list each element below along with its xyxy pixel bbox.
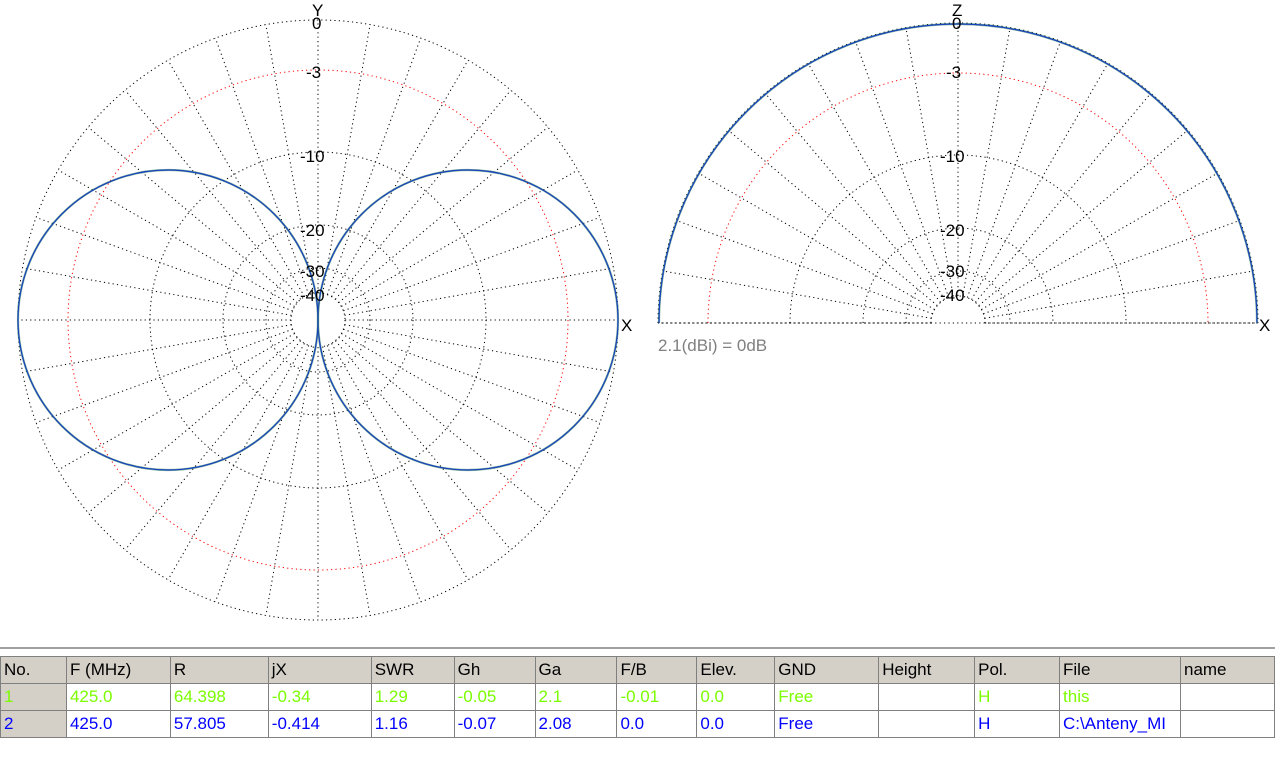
elevation-grid-spoke <box>764 92 942 303</box>
azimuth-pattern-plot <box>16 19 620 621</box>
pattern-plots: Y X 0 -3 -10 -20 -30 -40 Z X 0 -3 -10 -2… <box>16 1 1270 621</box>
col-header-r[interactable]: R <box>169 656 269 684</box>
results-panel: No. F (MHz) R jX SWR Gh Ga F/B Elev. GND… <box>0 647 1275 774</box>
col-header-height[interactable]: Height <box>878 656 976 684</box>
elevation-grid-spoke <box>662 270 932 319</box>
azimuth-ring-label-30: -30 <box>300 262 325 281</box>
elevation-ring-label-30: -30 <box>940 262 965 281</box>
azimuth-grid-spoke <box>265 346 314 616</box>
table-header-row: No. F (MHz) R jX SWR Gh Ga F/B Elev. GND… <box>0 656 1275 684</box>
azimuth-grid-spoke <box>87 126 298 304</box>
elevation-axis-x-label: X <box>1259 316 1270 335</box>
azimuth-grid-spoke <box>322 24 371 294</box>
file-cell: this <box>1059 683 1181 711</box>
col-header-name[interactable]: name <box>1179 656 1275 684</box>
row-number-cell[interactable]: 1 <box>0 683 67 711</box>
jx-cell: -0.34 <box>267 683 372 711</box>
azimuth-grid-spoke <box>334 340 512 551</box>
col-header-pol[interactable]: Pol. <box>974 656 1061 684</box>
elevation-grid-spoke <box>978 129 1189 307</box>
col-header-file[interactable]: File <box>1059 656 1181 684</box>
fb-cell: -0.01 <box>616 683 698 711</box>
panel-separator <box>0 647 1275 649</box>
gain-reference-note: 2.1(dBi) = 0dB <box>658 336 767 355</box>
azimuth-grid-spoke <box>124 340 302 551</box>
elevation-ring-label-40: -40 <box>940 286 965 305</box>
frequency-cell: 425.0 <box>65 683 171 711</box>
height-cell <box>878 683 976 711</box>
col-header-frequency[interactable]: F (MHz) <box>65 656 171 684</box>
file-cell: C:\Anteny_MI <box>1059 710 1181 738</box>
azimuth-ring-label-10: -10 <box>300 147 325 166</box>
ga-cell: 2.1 <box>534 683 618 711</box>
azimuth-grid-spoke <box>334 89 512 300</box>
col-header-gh[interactable]: Gh <box>453 656 536 684</box>
azimuth-grid-spoke <box>22 267 292 316</box>
height-cell <box>878 710 976 738</box>
elevation-grid-spoke <box>974 92 1152 303</box>
gnd-cell: Free <box>774 710 880 738</box>
fb-cell: 0.0 <box>616 710 698 738</box>
azimuth-grid-spoke <box>338 126 549 304</box>
name-cell <box>1179 683 1275 711</box>
results-table[interactable]: No. F (MHz) R jX SWR Gh Ga F/B Elev. GND… <box>0 656 1275 738</box>
azimuth-grid-spoke <box>338 336 549 514</box>
pol-cell: H <box>974 683 1061 711</box>
gh-cell: -0.05 <box>453 683 536 711</box>
col-header-fb[interactable]: F/B <box>616 656 698 684</box>
elev-cell: 0.0 <box>696 683 776 711</box>
azimuth-ring-label-40: -40 <box>300 286 325 305</box>
azimuth-grid-spoke <box>344 324 614 373</box>
r-cell: 64.398 <box>169 683 269 711</box>
azimuth-ring-label-3: -3 <box>306 63 321 82</box>
jx-cell: -0.414 <box>267 710 372 738</box>
ga-cell: 2.08 <box>534 710 618 738</box>
elevation-grid-spoke <box>962 27 1011 297</box>
azimuth-ring-label-0: 0 <box>312 14 321 33</box>
r-cell: 57.805 <box>169 710 269 738</box>
gnd-cell: Free <box>774 683 880 711</box>
col-header-swr[interactable]: SWR <box>370 656 455 684</box>
azimuth-grid-spoke <box>322 346 371 616</box>
elevation-ring-label-10: -10 <box>940 147 965 166</box>
table-row[interactable]: 1 425.0 64.398 -0.34 1.29 -0.05 2.1 -0.0… <box>0 683 1275 711</box>
swr-cell: 1.16 <box>370 710 455 738</box>
col-header-no[interactable]: No. <box>0 656 67 684</box>
row-number-cell[interactable]: 2 <box>0 710 67 738</box>
elevation-ring-label-20: -20 <box>940 221 965 240</box>
azimuth-axis-x-label: X <box>621 316 632 335</box>
elevation-ring-label-0: 0 <box>952 14 961 33</box>
col-header-ga[interactable]: Ga <box>534 656 618 684</box>
azimuth-grid-spoke <box>87 336 298 514</box>
elevation-grid-spoke <box>984 270 1254 319</box>
gh-cell: -0.07 <box>453 710 536 738</box>
azimuth-grid-spoke <box>124 89 302 300</box>
azimuth-grid-spoke <box>344 267 614 316</box>
table-row[interactable]: 2 425.0 57.805 -0.414 1.16 -0.07 2.08 0.… <box>0 710 1275 738</box>
name-cell <box>1179 710 1275 738</box>
elevation-ring-label-3: -3 <box>946 63 961 82</box>
elev-cell: 0.0 <box>696 710 776 738</box>
col-header-jx[interactable]: jX <box>267 656 372 684</box>
frequency-cell: 425.0 <box>65 710 171 738</box>
pol-cell: H <box>974 710 1061 738</box>
elevation-grid-spoke <box>727 129 938 307</box>
azimuth-grid-spoke <box>22 324 292 373</box>
swr-cell: 1.29 <box>370 683 455 711</box>
col-header-gnd[interactable]: GND <box>774 656 880 684</box>
azimuth-ring-label-20: -20 <box>300 221 325 240</box>
col-header-elev[interactable]: Elev. <box>696 656 776 684</box>
